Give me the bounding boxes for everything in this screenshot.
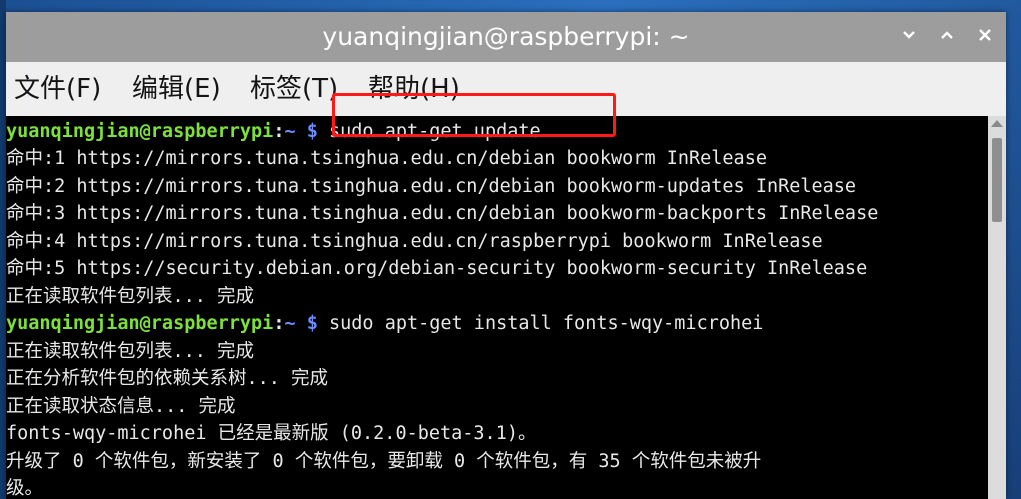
prompt-dollar: $ xyxy=(295,313,330,334)
prompt-line-1: yuanqingjian@raspberrypi:~ $ sudo apt-ge… xyxy=(6,118,541,145)
prompt-user: yuanqingjian@raspberrypi xyxy=(6,121,274,142)
prompt-separator: : xyxy=(273,121,285,142)
scroll-up-arrow-icon[interactable] xyxy=(991,120,1003,127)
output-line: 正在读取软件包列表... 完成 xyxy=(6,341,255,362)
prompt-dollar: $ xyxy=(295,121,330,142)
prompt-line-2: yuanqingjian@raspberrypi:~ $ sudo apt-ge… xyxy=(6,310,763,337)
output-line: 升级了 0 个软件包，新安装了 0 个软件包，要卸载 0 个软件包，有 35 个… xyxy=(6,451,762,472)
output-line: fonts-wqy-microhei 已经是最新版 (0.2.0-beta-3.… xyxy=(6,423,537,444)
close-button[interactable] xyxy=(972,25,998,49)
output-line: 命中:1 https://mirrors.tuna.tsinghua.edu.c… xyxy=(6,148,767,169)
command-text: sudo apt-get install fonts-wqy-microhei xyxy=(329,313,764,334)
menu-help[interactable]: 帮助(H) xyxy=(368,62,460,116)
output-line: 正在分析软件包的依赖关系树... 完成 xyxy=(6,368,329,389)
prompt-separator: : xyxy=(273,313,285,334)
menu-file[interactable]: 文件(F) xyxy=(14,62,101,116)
close-icon xyxy=(979,29,991,41)
window-title: yuanqingjian@raspberrypi: ~ xyxy=(322,22,690,51)
menu-edit[interactable]: 编辑(E) xyxy=(132,62,221,116)
output-line: 正在读取软件包列表... 完成 xyxy=(6,286,255,307)
output-line: 命中:5 https://security.debian.org/debian-… xyxy=(6,258,868,279)
minimize-button[interactable] xyxy=(896,25,922,49)
prompt-user: yuanqingjian@raspberrypi xyxy=(6,313,274,334)
command-text: sudo apt-get update xyxy=(329,121,541,142)
chevron-up-icon xyxy=(941,31,953,39)
output-line: 级。 xyxy=(6,478,44,499)
title-bar[interactable]: yuanqingjian@raspberrypi: ~ xyxy=(6,12,1006,62)
output-line: 命中:4 https://mirrors.tuna.tsinghua.edu.c… xyxy=(6,231,823,252)
terminal-output[interactable]: yuanqingjian@raspberrypi:~ $ sudo apt-ge… xyxy=(6,116,988,499)
maximize-button[interactable] xyxy=(934,25,960,49)
terminal-window: yuanqingjian@raspberrypi: ~ 文件(F) 编辑(E) … xyxy=(6,12,1006,499)
output-line: 正在读取状态信息... 完成 xyxy=(6,396,236,417)
output-line: 命中:2 https://mirrors.tuna.tsinghua.edu.c… xyxy=(6,176,857,197)
chevron-down-icon xyxy=(903,31,915,39)
menu-tabs[interactable]: 标签(T) xyxy=(250,62,338,116)
prompt-path: ~ xyxy=(284,121,296,142)
scroll-thumb[interactable] xyxy=(992,138,1002,222)
menu-bar: 文件(F) 编辑(E) 标签(T) 帮助(H) xyxy=(6,62,1006,116)
prompt-path: ~ xyxy=(284,313,296,334)
vertical-scrollbar[interactable] xyxy=(988,116,1006,499)
output-line: 命中:3 https://mirrors.tuna.tsinghua.edu.c… xyxy=(6,203,879,224)
